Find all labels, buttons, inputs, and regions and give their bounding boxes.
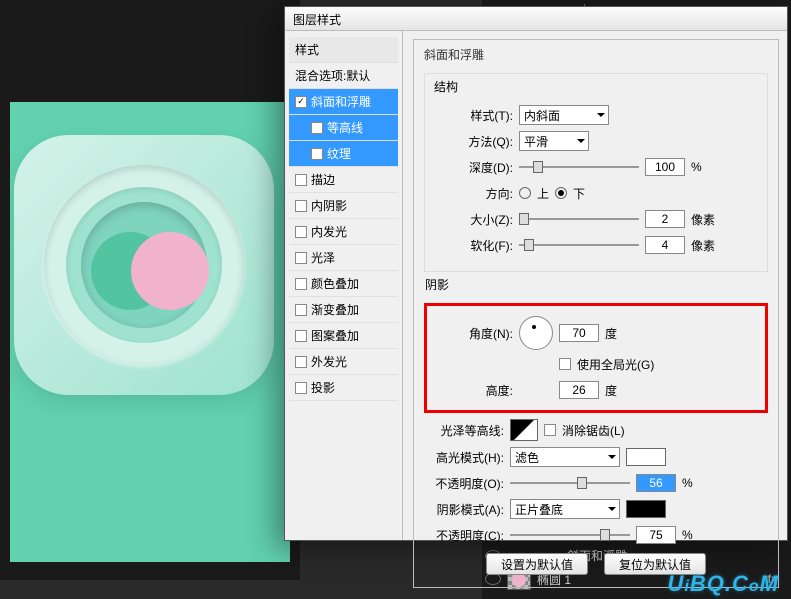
- altitude-unit: 度: [605, 382, 617, 399]
- checkbox-icon[interactable]: [311, 122, 323, 134]
- sidebar-item-satin[interactable]: 光泽: [289, 245, 398, 271]
- checkbox-icon[interactable]: [295, 356, 307, 368]
- sidebar-item-pattern-overlay[interactable]: 图案叠加: [289, 323, 398, 349]
- antialias-checkbox[interactable]: [544, 424, 556, 436]
- sidebar-item-inner-glow[interactable]: 内发光: [289, 219, 398, 245]
- depth-slider[interactable]: [519, 159, 639, 175]
- sidebar-item-color-overlay[interactable]: 颜色叠加: [289, 271, 398, 297]
- shadow-mode-combo[interactable]: 正片叠底: [510, 499, 620, 519]
- dialog-title: 图层样式: [293, 13, 341, 27]
- sidebar-item-outer-glow[interactable]: 外发光: [289, 349, 398, 375]
- icon-ring-inner: [66, 187, 222, 343]
- angle-label: 角度(N):: [433, 325, 513, 342]
- sidebar-header[interactable]: 样式: [289, 37, 398, 63]
- angle-unit: 度: [605, 325, 617, 342]
- watermark: UiBQ.CoM: [668, 571, 779, 597]
- bevel-title: 斜面和浮雕: [420, 46, 488, 63]
- structure-group: 结构 样式(T): 内斜面 方法(Q): 平滑 深度(D): 100 %: [424, 73, 768, 272]
- angle-input[interactable]: 70: [559, 324, 599, 342]
- shading-title: 阴影: [422, 276, 452, 293]
- icon-circle-pink: [131, 232, 209, 310]
- shadow-opacity-slider[interactable]: [510, 527, 630, 543]
- highlight-box: 角度(N): 70 度 使用全局光(G) 高度:: [424, 303, 768, 413]
- checkbox-icon[interactable]: [295, 382, 307, 394]
- styles-sidebar: 样式 混合选项:默认 斜面和浮雕 等高线 纹理 描边 内阴影 内发光 光泽 颜色…: [285, 31, 403, 540]
- soften-input[interactable]: 4: [645, 236, 685, 254]
- icon-ring-outer: [44, 165, 244, 365]
- gloss-label: 光泽等高线:: [424, 422, 504, 439]
- direction-label: 方向:: [433, 185, 513, 202]
- shadow-color-swatch[interactable]: [626, 500, 666, 518]
- checkbox-icon[interactable]: [311, 148, 323, 160]
- settings-panel: 斜面和浮雕 结构 样式(T): 内斜面 方法(Q): 平滑 深度(D): 100: [403, 31, 787, 540]
- depth-unit: %: [691, 160, 702, 174]
- checkbox-icon[interactable]: [295, 174, 307, 186]
- checkbox-icon[interactable]: [295, 278, 307, 290]
- sidebar-item-gradient-overlay[interactable]: 渐变叠加: [289, 297, 398, 323]
- shading-group: 阴影 角度(N): 70 度 使用全局光(G): [424, 278, 768, 545]
- bevel-fieldset: 斜面和浮雕 结构 样式(T): 内斜面 方法(Q): 平滑 深度(D): 100: [413, 39, 779, 588]
- sidebar-item-blend[interactable]: 混合选项:默认: [289, 63, 398, 89]
- checkbox-icon[interactable]: [295, 96, 307, 108]
- altitude-input[interactable]: 26: [559, 381, 599, 399]
- size-label: 大小(Z):: [433, 211, 513, 228]
- altitude-label: 高度:: [433, 382, 513, 399]
- soften-unit: 像素: [691, 237, 715, 254]
- size-slider[interactable]: [519, 211, 639, 227]
- shadow-opacity-label: 不透明度(C):: [424, 527, 504, 544]
- style-combo[interactable]: 内斜面: [519, 105, 609, 125]
- structure-title: 结构: [431, 78, 461, 95]
- highlight-mode-label: 高光模式(H):: [424, 449, 504, 466]
- size-unit: 像素: [691, 211, 715, 228]
- sidebar-item-inner-shadow[interactable]: 内阴影: [289, 193, 398, 219]
- gloss-contour-picker[interactable]: [510, 419, 538, 441]
- make-default-button[interactable]: 设置为默认值: [486, 553, 588, 575]
- technique-label: 方法(Q):: [433, 133, 513, 150]
- global-light-label: 使用全局光(G): [577, 356, 654, 373]
- dialog-titlebar[interactable]: 图层样式: [285, 7, 787, 31]
- direction-up-radio[interactable]: [519, 187, 531, 199]
- soften-label: 软化(F):: [433, 237, 513, 254]
- shadow-mode-label: 阴影模式(A):: [424, 501, 504, 518]
- depth-label: 深度(D):: [433, 159, 513, 176]
- icon-ring-deep: [81, 202, 207, 328]
- checkbox-icon[interactable]: [295, 200, 307, 212]
- soften-slider[interactable]: [519, 237, 639, 253]
- checkbox-icon[interactable]: [295, 330, 307, 342]
- checkbox-icon[interactable]: [295, 226, 307, 238]
- checkbox-icon[interactable]: [295, 304, 307, 316]
- style-label: 样式(T):: [433, 107, 513, 124]
- sidebar-item-drop-shadow[interactable]: 投影: [289, 375, 398, 401]
- sidebar-item-texture[interactable]: 纹理: [289, 141, 398, 167]
- icon-preview: [14, 135, 274, 395]
- highlight-color-swatch[interactable]: [626, 448, 666, 466]
- angle-widget[interactable]: [519, 316, 553, 350]
- shadow-opacity-input[interactable]: 75: [636, 526, 676, 544]
- highlight-opacity-label: 不透明度(O):: [424, 475, 504, 492]
- sidebar-item-stroke[interactable]: 描边: [289, 167, 398, 193]
- direction-down-radio[interactable]: [555, 187, 567, 199]
- checkbox-icon[interactable]: [295, 252, 307, 264]
- sidebar-item-bevel[interactable]: 斜面和浮雕: [289, 89, 398, 115]
- global-light-checkbox[interactable]: [559, 358, 571, 370]
- antialias-label: 消除锯齿(L): [562, 422, 625, 439]
- layer-style-dialog: 图层样式 样式 混合选项:默认 斜面和浮雕 等高线 纹理 描边 内阴影 内发光 …: [284, 6, 788, 541]
- highlight-mode-combo[interactable]: 滤色: [510, 447, 620, 467]
- size-input[interactable]: 2: [645, 210, 685, 228]
- sidebar-item-contour[interactable]: 等高线: [289, 115, 398, 141]
- depth-input[interactable]: 100: [645, 158, 685, 176]
- highlight-opacity-slider[interactable]: [510, 475, 630, 491]
- highlight-opacity-input[interactable]: 56: [636, 474, 676, 492]
- technique-combo[interactable]: 平滑: [519, 131, 589, 151]
